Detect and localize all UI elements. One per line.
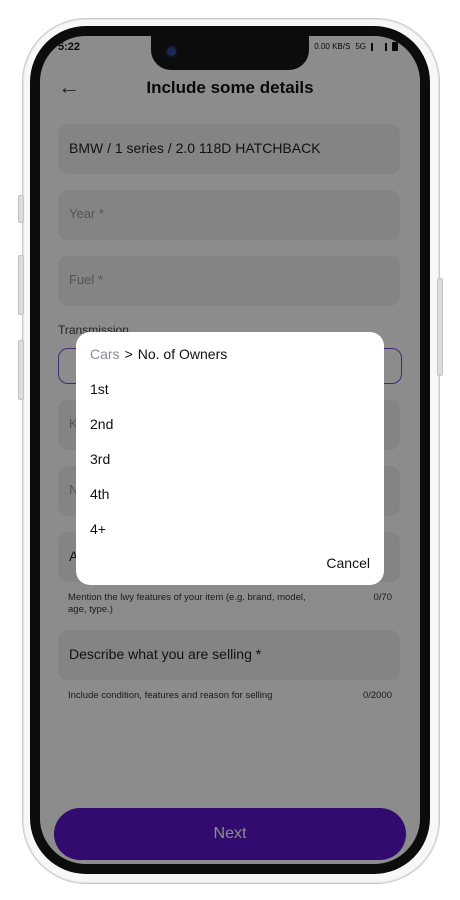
breadcrumb-current: No. of Owners bbox=[137, 346, 228, 362]
breadcrumb-separator: > bbox=[124, 346, 133, 362]
owner-option-4th[interactable]: 4th bbox=[90, 486, 109, 502]
owner-option-3rd[interactable]: 3rd bbox=[90, 451, 110, 467]
owner-option-2nd[interactable]: 2nd bbox=[90, 416, 113, 432]
breadcrumb-root[interactable]: Cars bbox=[90, 346, 120, 362]
volume-down-button bbox=[18, 340, 24, 400]
volume-up-button bbox=[18, 255, 24, 315]
phone-screen: 5:22 ✱ 0.00 KB/S 5G ← Include some detai… bbox=[40, 36, 420, 864]
front-camera-icon bbox=[167, 47, 176, 56]
mute-switch bbox=[18, 195, 24, 223]
owner-option-4plus[interactable]: 4+ bbox=[90, 521, 106, 537]
notch bbox=[151, 36, 309, 70]
dialog-breadcrumb: Cars > No. of Owners bbox=[90, 346, 227, 362]
owner-option-1st[interactable]: 1st bbox=[90, 381, 109, 397]
cancel-button[interactable]: Cancel bbox=[326, 555, 370, 571]
power-button bbox=[437, 278, 443, 376]
owners-dialog: Cars > No. of Owners 1st 2nd 3rd 4th 4+ Ca… bbox=[76, 332, 384, 585]
